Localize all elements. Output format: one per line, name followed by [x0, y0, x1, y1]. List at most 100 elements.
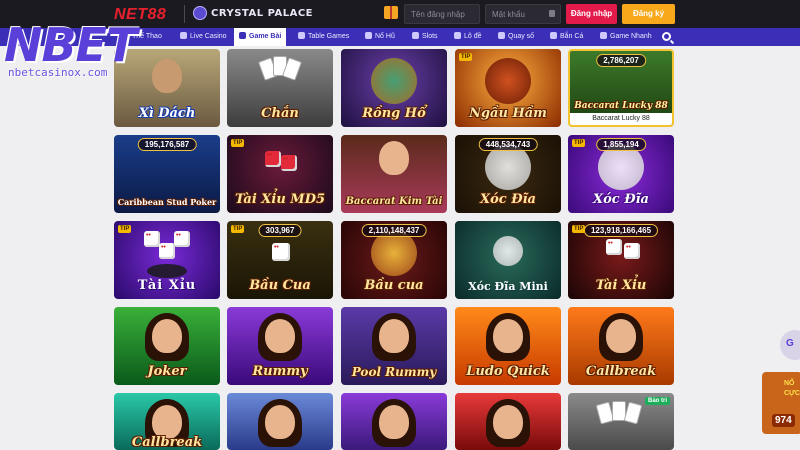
game-title: Tài Xỉu: [595, 278, 647, 293]
game-title: Xóc Đĩa: [593, 192, 649, 207]
watermark-logo: NBET: [4, 18, 137, 72]
game-tile-baccarat-lucky-88[interactable]: 2,786,207 Baccarat Lucky 88 Baccarat Luc…: [568, 49, 674, 127]
game-tile-tai-xiu-2[interactable]: 123,918,166,465 TIP Tài Xỉu: [568, 221, 674, 299]
table-icon: [298, 32, 305, 39]
game-tile-row5-3[interactable]: [341, 393, 447, 450]
game-title: Joker: [147, 364, 187, 379]
game-title: Callbreak: [585, 364, 657, 379]
brand-name[interactable]: CRYSTAL PALACE: [211, 8, 313, 19]
nav-item-live-casino[interactable]: Live Casino: [180, 28, 227, 46]
jackpot-counter: 195,176,587: [137, 138, 197, 151]
lock-icon: [549, 10, 555, 17]
game-tile-ludo-quick[interactable]: Ludo Quick: [455, 307, 561, 385]
game-tile-xoc-dia-mini[interactable]: Xóc Đĩa Mini: [455, 221, 561, 299]
tip-badge: TIP: [459, 53, 473, 61]
lottery-icon: [454, 32, 461, 39]
promo-letter: G: [786, 338, 794, 349]
jackpot-counter: 2,110,148,437: [361, 224, 427, 237]
jackpot-counter: 303,967: [258, 224, 302, 237]
nav-label: Game Nhanh: [610, 33, 652, 40]
game-tile-row5-4[interactable]: [455, 393, 561, 450]
game-tile-row5-2[interactable]: [227, 393, 333, 450]
nav-label: Quay số: [508, 33, 535, 40]
nav-item-lo-de[interactable]: Lô đề: [454, 28, 482, 46]
game-tile-callbreak-1[interactable]: Callbreak: [568, 307, 674, 385]
nav-label: Thể Thao: [132, 33, 162, 40]
game-tile-rummy[interactable]: Rummy: [227, 307, 333, 385]
crystal-palace-icon: [193, 6, 207, 20]
game-title: Bầu cua: [364, 278, 424, 293]
login-button[interactable]: Đăng nhập: [566, 4, 617, 24]
game-tile-chan[interactable]: Chắn: [227, 49, 333, 127]
game-title: Bầu Cua: [249, 278, 311, 293]
tip-badge: TIP: [572, 225, 586, 233]
tip-badge: TIP: [118, 225, 132, 233]
promo-line-2: CỰC: [784, 390, 800, 397]
jackpot-counter: 1,855,194: [596, 138, 646, 151]
nav-label: Bắn Cá: [560, 33, 584, 40]
rocket-icon: [600, 32, 607, 39]
game-tile-tai-xiu-md5[interactable]: TIP Tài Xỉu MD5: [227, 135, 333, 213]
game-title: Rồng Hổ: [362, 106, 426, 121]
game-title: Baccarat Kim Tài: [345, 196, 443, 207]
nav-label: Table Games: [308, 33, 350, 40]
game-title: Xóc Đĩa: [480, 192, 536, 207]
game-tile-baccarat-kim-tai[interactable]: Baccarat Kim Tài: [341, 135, 447, 213]
nav-item-table-games[interactable]: Table Games: [298, 28, 349, 46]
nav-label: Nổ Hũ: [375, 33, 395, 40]
game-tile-bau-cua-1[interactable]: 303,967 TIP Bầu Cua: [227, 221, 333, 299]
game-tile-xoc-dia-2[interactable]: 1,855,194 TIP Xóc Đĩa: [568, 135, 674, 213]
nav-label: Game Bài: [249, 33, 282, 40]
password-placeholder: Mật khẩu: [492, 10, 525, 19]
game-tile-rong-ho[interactable]: Rồng Hổ: [341, 49, 447, 127]
game-title: Tài Xỉu MD5: [234, 192, 326, 207]
password-input[interactable]: Mật khẩu: [485, 4, 561, 24]
game-tile-ngau-ham[interactable]: TIP Ngầu Hầm: [455, 49, 561, 127]
game-subtitle: Baccarat Lucky 88: [570, 113, 672, 125]
jackpot-counter: 2,786,207: [596, 54, 646, 67]
slot-icon: [412, 32, 419, 39]
game-title: Rummy: [252, 364, 308, 379]
maintenance-badge: Bảo trì: [644, 397, 670, 405]
fish-icon: [550, 32, 557, 39]
nav-item-game-bai[interactable]: Game Bài: [234, 28, 287, 46]
jackpot-counter: 448,534,743: [478, 138, 538, 151]
game-title: Xì Dách: [138, 106, 196, 121]
nav-item-game-nhanh[interactable]: Game Nhanh: [600, 28, 652, 46]
jackpot-counter: 123,918,166,465: [583, 224, 659, 237]
username-input[interactable]: Tên đăng nhập: [404, 4, 480, 24]
nav-item-quay-so[interactable]: Quay số: [498, 28, 534, 46]
gift-icon[interactable]: [384, 6, 398, 19]
nav-item-no-hu[interactable]: Nổ Hũ: [365, 28, 395, 46]
search-icon[interactable]: [662, 32, 671, 41]
game-title: Ludo Quick: [466, 364, 550, 379]
nav-label: Slots: [422, 33, 438, 40]
tip-badge: TIP: [231, 225, 245, 233]
game-title: Xóc Đĩa Mini: [468, 280, 548, 293]
tip-badge: TIP: [231, 139, 245, 147]
game-tile-caribbean-stud-poker[interactable]: 195,176,587 Caribbean Stud Poker: [114, 135, 220, 213]
game-tile-bau-cua-2[interactable]: 2,110,148,437 Bầu cua: [341, 221, 447, 299]
game-tile-xoc-dia-1[interactable]: 448,534,743 Xóc Đĩa: [455, 135, 561, 213]
game-tile-callbreak-2[interactable]: Callbreak: [114, 393, 220, 450]
promo-banner[interactable]: NỔ CỰC 974: [762, 372, 800, 434]
game-tile-joker[interactable]: Joker: [114, 307, 220, 385]
game-title: Pool Rummy: [351, 365, 437, 379]
promo-line-1: NỔ: [784, 380, 795, 387]
game-tile-tai-xiu-1[interactable]: TIP Tài Xỉu: [114, 221, 220, 299]
nav-item-ban-ca[interactable]: Bắn Cá: [550, 28, 583, 46]
game-tile-pool-rummy[interactable]: Pool Rummy: [341, 307, 447, 385]
game-title: Chắn: [261, 106, 299, 121]
game-title: Baccarat Lucky 88: [574, 101, 668, 111]
tip-badge: TIP: [572, 139, 586, 147]
cards-icon: [239, 32, 246, 39]
register-button[interactable]: Đăng ký: [622, 4, 675, 24]
dealer-icon: [180, 32, 187, 39]
game-title: Ngầu Hầm: [469, 106, 547, 121]
game-tile-row5-5[interactable]: Bảo trì: [568, 393, 674, 450]
nbet-watermark: NBET nbetcasinox.com: [4, 18, 137, 79]
wheel-icon: [498, 32, 505, 39]
game-title: Tài Xỉu: [137, 278, 197, 293]
nav-item-slots[interactable]: Slots: [412, 28, 438, 46]
nav-label: Lô đề: [464, 33, 482, 40]
